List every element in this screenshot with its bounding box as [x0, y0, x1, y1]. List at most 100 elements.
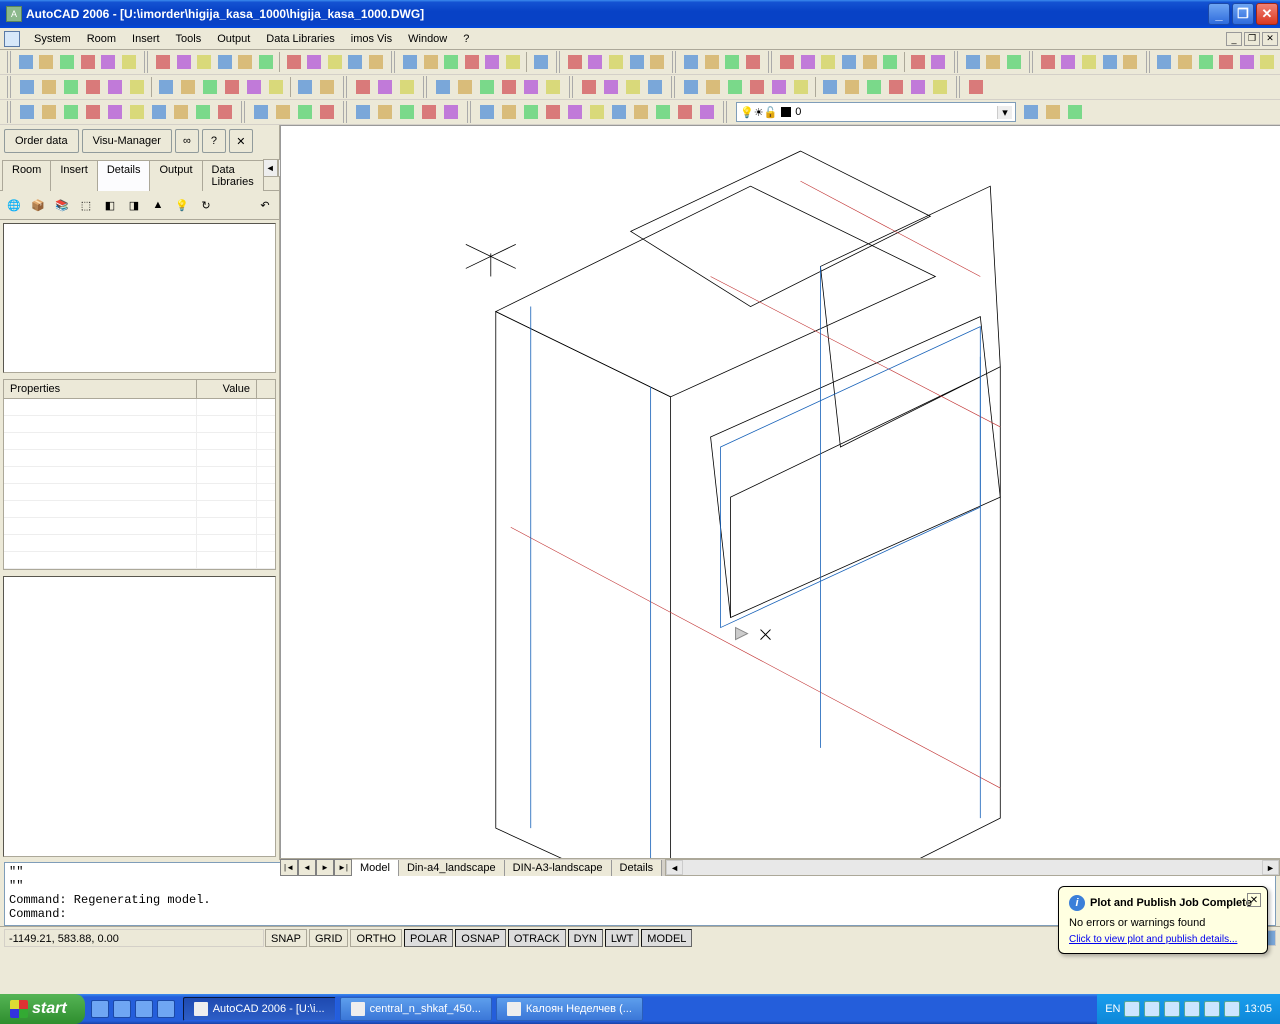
toolbar-button[interactable]: [1236, 51, 1257, 73]
toolbar-button[interactable]: [503, 51, 524, 73]
toolbar-grip-icon[interactable]: [391, 51, 397, 73]
tray-icon[interactable]: [1224, 1001, 1240, 1017]
toolbar-button[interactable]: [746, 76, 768, 98]
toolbar-button[interactable]: [192, 101, 214, 123]
scroll-left-icon[interactable]: ◄: [666, 860, 683, 875]
toolbar-button[interactable]: [440, 101, 462, 123]
toolbar-button[interactable]: [366, 51, 387, 73]
status-toggle-lwt[interactable]: LWT: [605, 929, 639, 947]
toolbar-button[interactable]: [520, 76, 542, 98]
toolbar-button[interactable]: [243, 76, 265, 98]
toolbar-button[interactable]: [173, 51, 194, 73]
task-autocad[interactable]: AutoCAD 2006 - [U:\i...: [183, 997, 336, 1021]
toolbar-grip-icon[interactable]: [467, 101, 473, 123]
toolbar-button[interactable]: [743, 51, 764, 73]
toolbar-button[interactable]: [768, 76, 790, 98]
menu-help[interactable]: ?: [455, 30, 477, 48]
toolbar-button[interactable]: [177, 76, 199, 98]
tab-details[interactable]: Details: [97, 160, 151, 191]
toolbar-grip-icon[interactable]: [1146, 51, 1152, 73]
visu-manager-button[interactable]: Visu-Manager: [82, 129, 172, 153]
toolbar-button[interactable]: [863, 76, 885, 98]
menu-room[interactable]: Room: [79, 30, 124, 48]
tab-insert[interactable]: Insert: [50, 160, 98, 191]
toolbar-button[interactable]: [155, 76, 177, 98]
toolbar-button[interactable]: [476, 76, 498, 98]
menu-window[interactable]: Window: [400, 30, 455, 48]
toolbar-grip-icon[interactable]: [7, 101, 13, 123]
side-tool-icon[interactable]: [230, 194, 252, 216]
status-toggle-ortho[interactable]: ORTHO: [350, 929, 402, 947]
side-tool-icon[interactable]: 📦: [27, 194, 49, 216]
mdi-restore-button[interactable]: ❐: [1244, 32, 1260, 46]
toolbar-button[interactable]: [98, 51, 119, 73]
toolbar-button[interactable]: [38, 76, 60, 98]
side-tool-icon[interactable]: ◧: [99, 194, 121, 216]
toolbar-grip-icon[interactable]: [1029, 51, 1035, 73]
ql-icon[interactable]: [91, 1000, 109, 1018]
toolbar-button[interactable]: [542, 101, 564, 123]
layout-tab-a4[interactable]: Din-a4_landscape: [399, 860, 505, 876]
toolbar-button[interactable]: [432, 76, 454, 98]
toolbar-button[interactable]: [1020, 101, 1042, 123]
toolbar-button[interactable]: [1058, 51, 1079, 73]
tray-icon[interactable]: [1204, 1001, 1220, 1017]
toolbar-grip-icon[interactable]: [241, 101, 247, 123]
toolbar-button[interactable]: [498, 76, 520, 98]
toolbar-button[interactable]: [983, 51, 1004, 73]
toolbar-button[interactable]: [696, 101, 718, 123]
toolbar-button[interactable]: [104, 76, 126, 98]
toolbar-button[interactable]: [652, 101, 674, 123]
toolbar-button[interactable]: [148, 101, 170, 123]
scroll-right-icon[interactable]: ►: [1262, 860, 1279, 875]
toolbar-button[interactable]: [215, 51, 236, 73]
toolbar-button[interactable]: [542, 76, 564, 98]
toolbar-button[interactable]: [674, 101, 696, 123]
toolbar-button[interactable]: [352, 76, 374, 98]
side-tool-icon[interactable]: ◨: [123, 194, 145, 216]
layout-tab-details[interactable]: Details: [612, 860, 663, 876]
tab-next-icon[interactable]: ►: [316, 859, 334, 876]
toolbar-grip-icon[interactable]: [672, 51, 678, 73]
toolbar-button[interactable]: [880, 51, 901, 73]
tray-icon[interactable]: [1144, 1001, 1160, 1017]
balloon-link[interactable]: Click to view plot and publish details..…: [1069, 934, 1237, 945]
ql-icon[interactable]: [157, 1000, 175, 1018]
toolbar-button[interactable]: [928, 51, 949, 73]
toolbar-button[interactable]: [316, 76, 338, 98]
side-tool-icon[interactable]: ↶: [254, 194, 276, 216]
toolbar-button[interactable]: [798, 51, 819, 73]
toolbar-button[interactable]: [819, 76, 841, 98]
toolbar-grip-icon[interactable]: [423, 76, 429, 98]
tab-room[interactable]: Room: [2, 160, 51, 191]
toolbar-button[interactable]: [702, 76, 724, 98]
toolbar-button[interactable]: [256, 51, 277, 73]
order-data-button[interactable]: Order data: [4, 129, 79, 153]
toolbar-button[interactable]: [476, 101, 498, 123]
tab-datalib[interactable]: Data Libraries: [202, 160, 264, 191]
close-button[interactable]: ✕: [1256, 3, 1278, 25]
toolbar-button[interactable]: [841, 76, 863, 98]
toolbar-button[interactable]: [126, 76, 148, 98]
toolbar-button[interactable]: [400, 51, 421, 73]
toolbar-grip-icon[interactable]: [671, 76, 677, 98]
toolbar-button[interactable]: [647, 51, 668, 73]
link-icon[interactable]: ∞: [175, 129, 199, 153]
toolbar-button[interactable]: [630, 101, 652, 123]
menu-imosvis[interactable]: imos Vis: [343, 30, 400, 48]
side-tool-icon[interactable]: ↻: [195, 194, 217, 216]
maximize-button[interactable]: ❐: [1232, 3, 1254, 25]
menu-tools[interactable]: Tools: [168, 30, 210, 48]
h-scrollbar[interactable]: ◄ ►: [665, 859, 1280, 876]
help-icon[interactable]: ?: [202, 129, 226, 153]
toolbar-button[interactable]: [283, 51, 304, 73]
toolbar-button[interactable]: [1099, 51, 1120, 73]
toolbar-button[interactable]: [119, 51, 140, 73]
task-folder[interactable]: central_n_shkaf_450...: [340, 997, 492, 1021]
toolbar-button[interactable]: [885, 76, 907, 98]
toolbar-button[interactable]: [199, 76, 221, 98]
toolbar-grip-icon[interactable]: [7, 51, 13, 73]
task-skype[interactable]: Калоян Неделчев (...: [496, 997, 643, 1021]
toolbar-button[interactable]: [929, 76, 951, 98]
toolbar-button[interactable]: [1195, 51, 1216, 73]
